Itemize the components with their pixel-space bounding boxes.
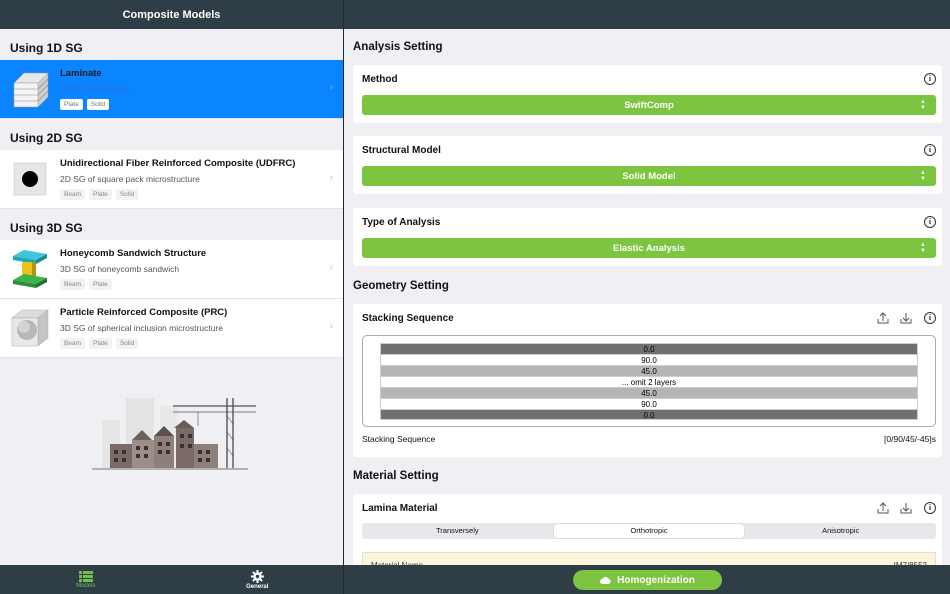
analysis-type-label: Type of Analysis bbox=[362, 217, 441, 228]
list-item-honeycomb[interactable]: Honeycomb Sandwich Structure 3D SG of ho… bbox=[0, 240, 343, 299]
laminate-thumbnail bbox=[9, 68, 51, 110]
tag-solid: Solid bbox=[115, 189, 139, 200]
list-item-udfrc[interactable]: Unidirectional Fiber Reinforced Composit… bbox=[0, 150, 343, 209]
tag-plate: Plate bbox=[88, 279, 112, 290]
stacking-footer-value: [0/90/45/-45]s bbox=[884, 434, 936, 444]
info-icon[interactable]: i bbox=[924, 73, 936, 85]
tag-plate: Plate bbox=[88, 338, 112, 349]
upload-icon[interactable] bbox=[876, 311, 890, 325]
master-pane: Composite Models Using 1D SG Laminate 1D… bbox=[0, 0, 343, 594]
analysis-type-select[interactable]: Elastic Analysis ▲ ▼ bbox=[362, 238, 936, 258]
download-icon[interactable] bbox=[899, 501, 913, 515]
method-label: Method bbox=[362, 74, 398, 85]
item-subtitle: 3D SG of honeycomb sandwich bbox=[60, 264, 180, 274]
list-item-prc[interactable]: Particle Reinforced Composite (PRC) 3D S… bbox=[0, 299, 343, 358]
udfrc-thumbnail bbox=[9, 158, 51, 200]
prc-thumbnail bbox=[9, 307, 51, 349]
item-title: Particle Reinforced Composite (PRC) bbox=[60, 307, 228, 318]
chevron-right-icon: › bbox=[329, 262, 333, 273]
segment-transversely[interactable]: Transversely bbox=[362, 523, 553, 539]
tab-general[interactable]: General bbox=[172, 565, 344, 594]
layer-row: 90.0 bbox=[380, 398, 918, 409]
download-icon[interactable] bbox=[899, 311, 913, 325]
tag-solid: Solid bbox=[115, 338, 139, 349]
detail-bottom-bar: Homogenization bbox=[344, 565, 950, 594]
info-icon[interactable]: i bbox=[924, 502, 936, 514]
method-value: SwiftComp bbox=[624, 99, 674, 111]
chevron-right-icon: › bbox=[329, 82, 333, 93]
list-item-laminate[interactable]: Laminate 1D SG of laminate Plate Solid › bbox=[0, 60, 343, 119]
tag-plate: Plate bbox=[60, 99, 83, 110]
tab-bar: Models General bbox=[0, 565, 343, 594]
tab-models[interactable]: Models bbox=[0, 565, 172, 594]
layer-row: 0.0 bbox=[380, 343, 918, 354]
stacking-sequence-summary: Stacking Sequence [0/90/45/-45]s bbox=[362, 434, 936, 444]
tag-plate: Plate bbox=[88, 189, 112, 200]
chevron-right-icon: › bbox=[329, 321, 333, 332]
sort-arrows-icon: ▲ ▼ bbox=[920, 170, 926, 182]
stacking-sequence-view[interactable]: 0.0 90.0 45.0 ... omit 2 layers 45.0 90.… bbox=[362, 335, 936, 427]
segment-orthotropic[interactable]: Orthotropic bbox=[553, 524, 745, 538]
homogenization-button[interactable]: Homogenization bbox=[573, 570, 722, 590]
tag-beam: Beam bbox=[60, 279, 85, 290]
lamina-material-label: Lamina Material bbox=[362, 503, 438, 514]
analysis-type-card: Type of Analysis i Elastic Analysis ▲ ▼ bbox=[353, 208, 942, 266]
sort-arrows-icon: ▲ ▼ bbox=[920, 99, 926, 111]
structural-model-card: Structural Model i Solid Model ▲ ▼ bbox=[353, 136, 942, 194]
item-subtitle: 2D SG of square pack microstructure bbox=[60, 174, 200, 184]
section-header-1d: Using 1D SG bbox=[10, 41, 83, 55]
construction-illustration bbox=[92, 398, 256, 470]
layer-row: 0.0 bbox=[380, 409, 918, 420]
info-icon[interactable]: i bbox=[924, 216, 936, 228]
gear-icon bbox=[250, 569, 264, 583]
item-subtitle: 1D SG of laminate bbox=[60, 84, 130, 94]
page-title: Composite Models bbox=[122, 8, 221, 21]
item-title: Laminate bbox=[60, 68, 102, 79]
item-subtitle: 3D SG of spherical inclusion microstruct… bbox=[60, 323, 223, 333]
detail-pane: Analysis Setting Method i SwiftComp ▲ ▼ S… bbox=[344, 0, 950, 594]
section-header-3d: Using 3D SG bbox=[10, 221, 83, 235]
analysis-setting-header: Analysis Setting bbox=[353, 41, 443, 53]
cloud-icon bbox=[600, 576, 611, 584]
stacking-footer-label: Stacking Sequence bbox=[362, 434, 436, 444]
item-title: Unidirectional Fiber Reinforced Composit… bbox=[60, 158, 296, 169]
method-select[interactable]: SwiftComp ▲ ▼ bbox=[362, 95, 936, 115]
structural-model-label: Structural Model bbox=[362, 145, 441, 156]
structural-model-select[interactable]: Solid Model ▲ ▼ bbox=[362, 166, 936, 186]
material-setting-header: Material Setting bbox=[353, 470, 439, 482]
info-icon[interactable]: i bbox=[924, 144, 936, 156]
tab-models-label: Models bbox=[76, 582, 96, 589]
list-icon bbox=[78, 570, 93, 582]
homogenization-label: Homogenization bbox=[617, 574, 695, 586]
tag-solid: Solid bbox=[86, 99, 110, 110]
upload-icon[interactable] bbox=[876, 501, 890, 515]
analysis-type-value: Elastic Analysis bbox=[613, 242, 685, 254]
chevron-right-icon: › bbox=[329, 172, 333, 183]
stacking-sequence-card: Stacking Sequence i 0.0 90.0 45.0 ... om… bbox=[353, 304, 942, 457]
layer-row: 90.0 bbox=[380, 354, 918, 365]
layer-omit-row: ... omit 2 layers bbox=[380, 376, 918, 387]
segment-anisotropic[interactable]: Anisotropic bbox=[745, 523, 936, 539]
stacking-sequence-label: Stacking Sequence bbox=[362, 313, 454, 324]
material-type-segmented-control: Transversely Orthotropic Anisotropic bbox=[362, 523, 936, 539]
structural-model-value: Solid Model bbox=[622, 170, 676, 182]
geometry-setting-header: Geometry Setting bbox=[353, 280, 449, 292]
detail-navbar bbox=[344, 0, 950, 29]
honeycomb-thumbnail bbox=[9, 248, 51, 290]
sort-arrows-icon: ▲ ▼ bbox=[920, 242, 926, 254]
layer-row: 45.0 bbox=[380, 365, 918, 376]
tag-beam: Beam bbox=[60, 189, 85, 200]
layer-row: 45.0 bbox=[380, 387, 918, 398]
tag-beam: Beam bbox=[60, 338, 85, 349]
section-header-2d: Using 2D SG bbox=[10, 131, 83, 145]
item-title: Honeycomb Sandwich Structure bbox=[60, 248, 207, 259]
method-card: Method i SwiftComp ▲ ▼ bbox=[353, 65, 942, 123]
master-navbar: Composite Models bbox=[0, 0, 343, 29]
info-icon[interactable]: i bbox=[924, 312, 936, 324]
tab-general-label: General bbox=[246, 583, 269, 590]
